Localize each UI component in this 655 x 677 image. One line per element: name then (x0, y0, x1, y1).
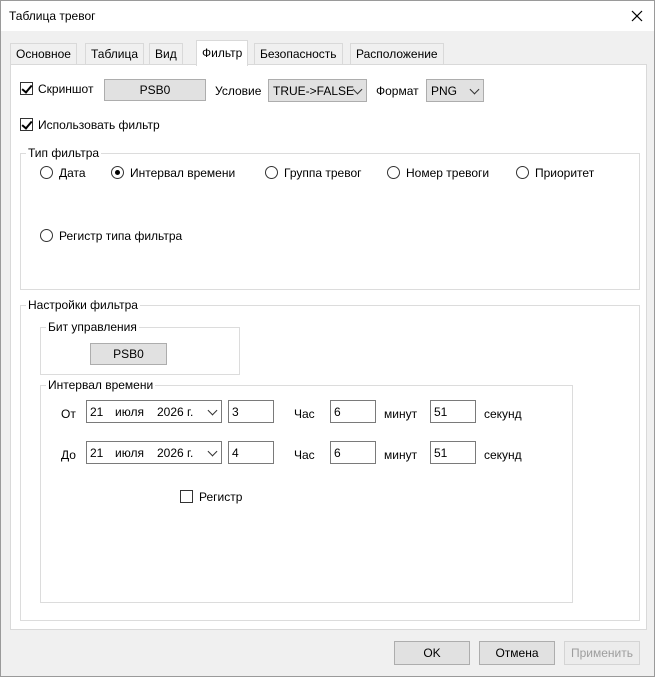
format-select[interactable]: PNG (426, 79, 484, 102)
radio-filter-type-register[interactable] (40, 229, 53, 242)
tab-layout[interactable]: Расположение (350, 43, 444, 64)
close-button[interactable] (620, 1, 654, 31)
condition-value: TRUE->FALSE (273, 84, 355, 98)
window-title: Таблица тревог (9, 9, 96, 23)
radio-alarm-number-label: Номер тревоги (406, 166, 490, 180)
screenshot-checkbox[interactable] (20, 82, 33, 95)
radio-time-interval[interactable] (111, 166, 124, 179)
condition-label: Условие (215, 84, 262, 98)
cancel-button[interactable]: Отмена (479, 641, 555, 665)
to-minute-input[interactable]: 6 (330, 441, 376, 464)
radio-priority[interactable] (516, 166, 529, 179)
radio-alarm-group-label: Группа тревог (284, 166, 362, 180)
from-day: 21 (90, 405, 104, 419)
from-second-label: секунд (484, 407, 522, 421)
to-minute-label: минут (384, 448, 418, 462)
radio-alarm-number[interactable] (387, 166, 400, 179)
register-label: Регистр (199, 490, 243, 504)
radio-date-label: Дата (59, 166, 86, 180)
tab-filter[interactable]: Фильтр (196, 40, 249, 66)
use-filter-checkbox[interactable] (20, 118, 33, 131)
radio-date[interactable] (40, 166, 53, 179)
use-filter-label: Использовать фильтр (38, 118, 160, 132)
from-year: 2026 г. (157, 405, 194, 419)
condition-select[interactable]: TRUE->FALSE (268, 79, 367, 102)
radio-alarm-group[interactable] (265, 166, 278, 179)
control-bit-title: Бит управления (46, 320, 139, 334)
time-interval-title: Интервал времени (46, 378, 156, 392)
filter-type-title: Тип фильтра (26, 146, 102, 160)
from-month: июля (115, 405, 144, 419)
ok-button[interactable]: OK (394, 641, 470, 665)
from-hour-input[interactable]: 3 (228, 400, 274, 423)
filter-tab-panel: Скриншот PSB0 Условие TRUE->FALSE Формат… (10, 64, 647, 630)
radio-time-interval-label: Интервал времени (130, 166, 236, 180)
format-label: Формат (376, 84, 419, 98)
to-year: 2026 г. (157, 446, 194, 460)
chevron-down-icon (207, 446, 218, 457)
format-value: PNG (431, 84, 458, 98)
chevron-down-icon (207, 405, 218, 416)
from-second-input[interactable]: 51 (430, 400, 476, 423)
filter-settings-title: Настройки фильтра (26, 298, 140, 312)
to-date-picker[interactable]: 21 июля 2026 г. (86, 441, 222, 464)
from-date-picker[interactable]: 21 июля 2026 г. (86, 400, 222, 423)
alarm-table-dialog: Таблица тревог Основное Таблица Вид Филь… (0, 0, 655, 677)
radio-priority-label: Приоритет (535, 166, 595, 180)
from-minute-label: минут (384, 407, 418, 421)
chevron-down-icon (352, 84, 363, 95)
radio-filter-type-register-label: Регистр типа фильтра (59, 229, 183, 243)
to-second-input[interactable]: 51 (430, 441, 476, 464)
from-hour-label: Час (294, 407, 315, 421)
control-bit-button[interactable]: PSB0 (90, 343, 167, 365)
to-label: До (61, 448, 76, 462)
close-icon (631, 10, 643, 22)
register-checkbox[interactable] (180, 490, 193, 503)
to-hour-label: Час (294, 448, 315, 462)
to-second-label: секунд (484, 448, 522, 462)
title-bar: Таблица тревог (1, 1, 654, 31)
to-month: июля (115, 446, 144, 460)
tab-view[interactable]: Вид (149, 43, 183, 64)
apply-button[interactable]: Применить (564, 641, 640, 665)
screenshot-bit-button[interactable]: PSB0 (104, 79, 206, 101)
from-label: От (61, 407, 76, 421)
screenshot-label: Скриншот (38, 82, 94, 96)
chevron-down-icon (469, 84, 480, 95)
to-hour-input[interactable]: 4 (228, 441, 274, 464)
tab-table[interactable]: Таблица (85, 43, 145, 64)
tab-security[interactable]: Безопасность (254, 43, 343, 64)
from-minute-input[interactable]: 6 (330, 400, 376, 423)
tab-general[interactable]: Основное (10, 43, 77, 64)
to-day: 21 (90, 446, 104, 460)
